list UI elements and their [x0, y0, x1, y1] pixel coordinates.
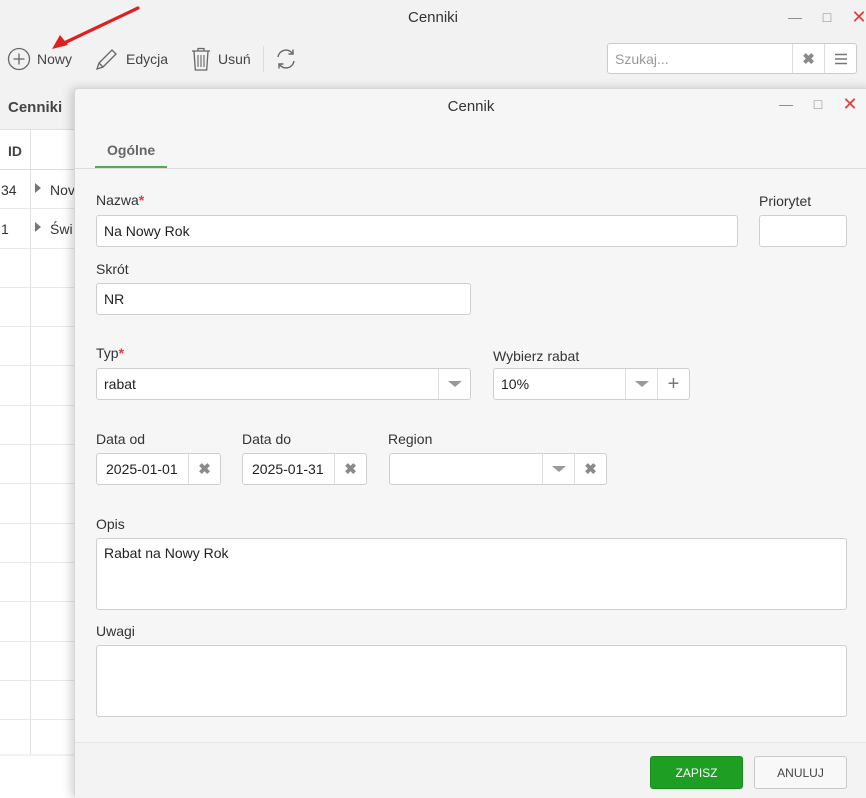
skrot-field[interactable]: NR [96, 283, 471, 315]
required-marker: * [118, 345, 125, 361]
data-od-label: Data od [96, 431, 146, 447]
data-do-label: Data do [242, 431, 292, 447]
dialog-close-icon[interactable]: ✕ [839, 93, 861, 115]
pricelist-dialog: Cennik — □ ✕ Ogólne Nazwa* Na Nowy Rok P… [74, 88, 866, 798]
opis-label: Opis [96, 516, 125, 532]
refresh-icon [277, 49, 295, 69]
priorytet-field[interactable] [759, 215, 847, 247]
menu-icon[interactable] [824, 44, 856, 73]
rabat-label: Wybierz rabat [493, 348, 580, 364]
cell-id: 1 [1, 221, 9, 238]
table-row-empty [0, 563, 80, 603]
tab-ogolne[interactable]: Ogólne [95, 132, 168, 168]
cell-name: Świ [50, 221, 73, 238]
save-button[interactable]: ZAPISZ [650, 756, 743, 789]
skrot-value: NR [104, 291, 125, 307]
cell-name: Nov [50, 182, 75, 198]
typ-select[interactable]: rabat [96, 368, 471, 400]
edit-button-label: Edycja [126, 51, 169, 67]
uwagi-label: Uwagi [96, 623, 135, 639]
toolbar-divider [263, 46, 264, 72]
table-header: ID [0, 130, 80, 170]
nazwa-field[interactable]: Na Nowy Rok [96, 215, 738, 247]
opis-textarea[interactable]: Rabat na Nowy Rok [96, 538, 847, 610]
region-label: Region [388, 431, 433, 447]
typ-value: rabat [104, 376, 136, 392]
new-button-label: Nowy [37, 51, 73, 67]
uwagi-textarea[interactable] [96, 645, 847, 717]
table-row-empty [0, 249, 80, 288]
plus-circle-icon [7, 47, 31, 71]
expand-arrow-icon[interactable] [35, 183, 41, 193]
data-do-field[interactable]: 2025-01-31 ✖ [242, 453, 367, 485]
clear-date-icon[interactable]: ✖ [334, 454, 366, 484]
data-od-value: 2025-01-01 [106, 461, 178, 477]
chevron-down-icon[interactable] [542, 454, 574, 484]
table-row-empty [0, 484, 80, 524]
clear-search-icon[interactable]: ✖ [792, 44, 824, 73]
nazwa-label-text: Nazwa [96, 192, 139, 208]
dialog-maximize-icon[interactable]: □ [807, 93, 829, 115]
dialog-minimize-icon[interactable]: — [775, 93, 797, 115]
pricelist-table: ID 34 Nov 1 Świ [0, 130, 80, 754]
close-icon[interactable]: ✕ [848, 6, 866, 28]
chevron-down-icon[interactable] [438, 369, 470, 399]
clear-date-icon[interactable]: ✖ [188, 454, 220, 484]
table-row-empty [0, 445, 80, 485]
skrot-label: Skrót [96, 261, 129, 277]
tab-cenniki[interactable]: Cenniki [8, 99, 62, 116]
table-row-empty [0, 406, 80, 446]
trash-icon [192, 47, 210, 71]
expand-arrow-icon[interactable] [35, 222, 41, 233]
minimize-icon[interactable]: — [784, 6, 806, 28]
cancel-button[interactable]: ANULUJ [754, 756, 847, 789]
nazwa-value: Na Nowy Rok [104, 223, 190, 239]
table-row-empty [0, 327, 80, 367]
cell-id: 34 [1, 182, 17, 198]
table-row-empty [0, 288, 80, 328]
table-row-empty [0, 366, 80, 406]
rabat-select[interactable]: 10% + [493, 368, 690, 400]
typ-label-text: Typ [96, 345, 119, 361]
maximize-icon[interactable]: □ [816, 6, 838, 28]
rabat-value: 10% [501, 376, 530, 392]
dialog-title: Cennik [447, 98, 495, 115]
table-row[interactable]: 34 Nov [0, 170, 80, 210]
table-row-empty [0, 602, 80, 642]
delete-button-label: Usuń [218, 51, 251, 67]
data-do-value: 2025-01-31 [252, 461, 324, 477]
table-row-empty [0, 524, 80, 563]
table-row-empty [0, 642, 80, 681]
data-od-field[interactable]: 2025-01-01 ✖ [96, 453, 221, 485]
annotation-arrow-icon [52, 6, 140, 49]
column-header-id[interactable]: ID [8, 143, 22, 159]
dialog-tabbar: Ogólne [75, 123, 866, 169]
required-marker: * [138, 192, 145, 208]
dialog-footer: ZAPISZ ANULUJ [75, 742, 866, 798]
priorytet-label: Priorytet [759, 193, 812, 209]
add-rabat-icon[interactable]: + [657, 369, 689, 399]
search-box: ✖ [607, 43, 857, 74]
table-row[interactable]: 1 Świ [0, 209, 80, 249]
nazwa-label: Nazwa* [96, 192, 144, 208]
chevron-down-icon[interactable] [625, 369, 657, 399]
typ-label: Typ* [96, 345, 124, 361]
refresh-button[interactable] [274, 44, 298, 74]
clear-region-icon[interactable]: ✖ [574, 454, 606, 484]
search-input[interactable] [608, 44, 792, 73]
table-row-empty [0, 681, 80, 721]
region-select[interactable]: ✖ [389, 453, 607, 485]
delete-button[interactable]: Usuń [190, 44, 251, 74]
